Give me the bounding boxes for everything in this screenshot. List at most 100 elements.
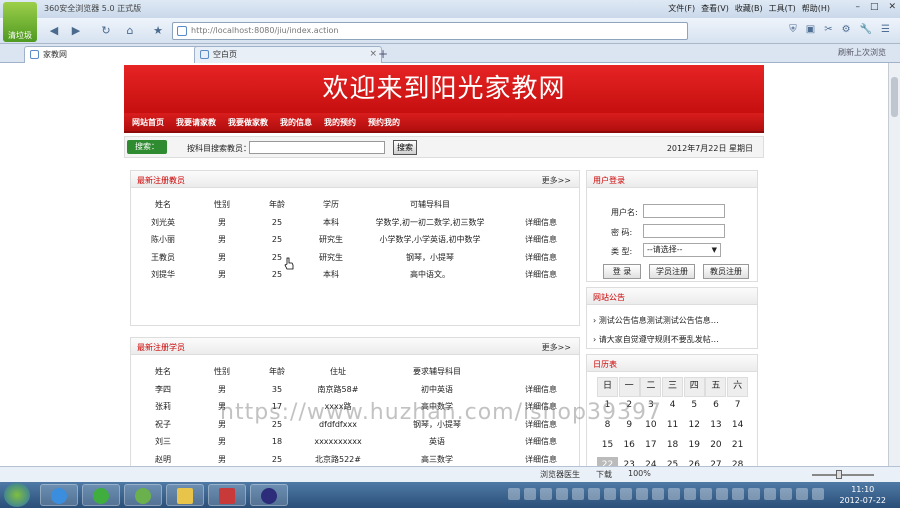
- favorite-star-icon[interactable]: ★: [148, 22, 168, 40]
- refresh-icon[interactable]: ↻: [96, 22, 116, 40]
- calendar-day[interactable]: 6: [705, 397, 726, 417]
- password-input[interactable]: [643, 224, 725, 238]
- calendar-day[interactable]: 21: [727, 437, 748, 457]
- system-clock[interactable]: 11:10 2012-07-22: [840, 484, 887, 506]
- tray-icon[interactable]: [796, 488, 808, 500]
- zoom-level[interactable]: 100%: [628, 469, 651, 480]
- nav-my-appointments[interactable]: 我的预约: [324, 117, 356, 128]
- detail-link[interactable]: 详细信息: [503, 451, 579, 467]
- tray-icon[interactable]: [620, 488, 632, 500]
- calendar-day[interactable]: 23: [619, 457, 640, 466]
- screenshot-icon[interactable]: ✂: [824, 24, 832, 35]
- teachers-more-link[interactable]: 更多>>: [542, 175, 571, 186]
- wrench-icon[interactable]: 🔧: [860, 24, 872, 35]
- restore-last-session[interactable]: 刷新上次浏览: [838, 47, 886, 58]
- tray-icon[interactable]: [588, 488, 600, 500]
- address-bar[interactable]: http://localhost:8080/jiu/index.action: [172, 22, 688, 40]
- tray-icon[interactable]: [604, 488, 616, 500]
- tray-icon[interactable]: [812, 488, 824, 500]
- calendar-day[interactable]: 25: [662, 457, 683, 466]
- notice-item[interactable]: › 请大家自觉遵守规则不要乱发帖…: [593, 334, 719, 345]
- zoom-slider[interactable]: [812, 474, 874, 476]
- taskbar-eclipse[interactable]: [250, 484, 288, 506]
- nav-hire-tutor[interactable]: 我要请家教: [176, 117, 216, 128]
- menu-favorites[interactable]: 收藏(B): [735, 3, 763, 14]
- tab-blank[interactable]: 空白页 ×: [194, 46, 382, 63]
- student-register-button[interactable]: 学员注册: [649, 264, 695, 279]
- tab-jiajiao[interactable]: 家教网 ×: [24, 46, 212, 63]
- taskbar-ie[interactable]: [40, 484, 78, 506]
- taskbar-tool[interactable]: [208, 484, 246, 506]
- nav-home[interactable]: 网站首页: [132, 117, 164, 128]
- calendar-day[interactable]: 15: [597, 437, 618, 457]
- new-tab-icon[interactable]: +: [375, 47, 391, 62]
- tray-icon[interactable]: [508, 488, 520, 500]
- calendar-day[interactable]: 14: [727, 417, 748, 437]
- tray-icon[interactable]: [732, 488, 744, 500]
- tray-icon[interactable]: [700, 488, 712, 500]
- notice-item[interactable]: › 测试公告信息测试测试公告信息…: [593, 315, 719, 326]
- nav-my-info[interactable]: 我的信息: [280, 117, 312, 128]
- calendar-day[interactable]: 20: [705, 437, 726, 457]
- teacher-register-button[interactable]: 教员注册: [703, 264, 749, 279]
- tray-icon[interactable]: [716, 488, 728, 500]
- back-icon[interactable]: ◀: [44, 22, 64, 40]
- settings-icon[interactable]: ⚙: [842, 24, 851, 35]
- search-button[interactable]: 搜索: [393, 140, 417, 155]
- nav-appointments-to-me[interactable]: 预约我的: [368, 117, 400, 128]
- calendar-day[interactable]: 24: [640, 457, 661, 466]
- calendar-day[interactable]: 19: [684, 437, 705, 457]
- tray-icon[interactable]: [524, 488, 536, 500]
- maximize-icon[interactable]: □: [870, 2, 879, 12]
- vertical-scrollbar[interactable]: [888, 63, 900, 466]
- shield-icon[interactable]: ⛨: [789, 24, 797, 35]
- close-icon[interactable]: ✕: [888, 2, 896, 12]
- menu-file[interactable]: 文件(F): [668, 3, 695, 14]
- detail-link[interactable]: 详细信息: [503, 231, 579, 249]
- scrollbar-thumb[interactable]: [891, 77, 898, 117]
- calendar-day-today[interactable]: 22: [597, 457, 618, 466]
- username-input[interactable]: [643, 204, 725, 218]
- user-type-select[interactable]: --请选择-- ▼: [643, 243, 721, 257]
- download-button[interactable]: 下载: [596, 469, 612, 480]
- calendar-day[interactable]: 4: [662, 397, 683, 417]
- detail-link[interactable]: 详细信息: [503, 266, 579, 284]
- calendar-day[interactable]: 13: [705, 417, 726, 437]
- tray-icon[interactable]: [764, 488, 776, 500]
- calendar-day[interactable]: 11: [662, 417, 683, 437]
- tray-icon[interactable]: [572, 488, 584, 500]
- calendar-day[interactable]: 18: [662, 437, 683, 457]
- minimize-icon[interactable]: –: [855, 2, 860, 12]
- calendar-day[interactable]: 12: [684, 417, 705, 437]
- taskbar-folder[interactable]: [166, 484, 204, 506]
- students-more-link[interactable]: 更多>>: [542, 342, 571, 353]
- tray-icon[interactable]: [540, 488, 552, 500]
- nav-be-tutor[interactable]: 我要做家教: [228, 117, 268, 128]
- detail-link[interactable]: 详细信息: [503, 433, 579, 451]
- clean-garbage-button[interactable]: 清垃圾: [3, 2, 37, 42]
- tray-icon[interactable]: [780, 488, 792, 500]
- detail-link[interactable]: 详细信息: [503, 381, 579, 399]
- detail-link[interactable]: 详细信息: [503, 249, 579, 267]
- zoom-slider-handle[interactable]: [836, 470, 842, 479]
- menu-icon[interactable]: ☰: [881, 24, 890, 35]
- tray-icon[interactable]: [748, 488, 760, 500]
- calendar-day[interactable]: 5: [684, 397, 705, 417]
- calendar-day[interactable]: 17: [640, 437, 661, 457]
- calendar-day[interactable]: 28: [727, 457, 748, 466]
- tray-icon[interactable]: [556, 488, 568, 500]
- calendar-day[interactable]: 7: [727, 397, 748, 417]
- search-input[interactable]: [249, 141, 385, 154]
- calendar-day[interactable]: 16: [619, 437, 640, 457]
- tray-icon[interactable]: [668, 488, 680, 500]
- calendar-day[interactable]: 26: [684, 457, 705, 466]
- menu-view[interactable]: 查看(V): [701, 3, 729, 14]
- detail-link[interactable]: 详细信息: [503, 214, 579, 232]
- tray-icon[interactable]: [652, 488, 664, 500]
- login-button[interactable]: 登 录: [603, 264, 641, 279]
- start-button[interactable]: [4, 483, 30, 507]
- menu-help[interactable]: 帮助(H): [802, 3, 830, 14]
- browser-doctor-button[interactable]: 浏览器医生: [540, 469, 580, 480]
- menu-tools[interactable]: 工具(T): [769, 3, 796, 14]
- tray-icon[interactable]: [636, 488, 648, 500]
